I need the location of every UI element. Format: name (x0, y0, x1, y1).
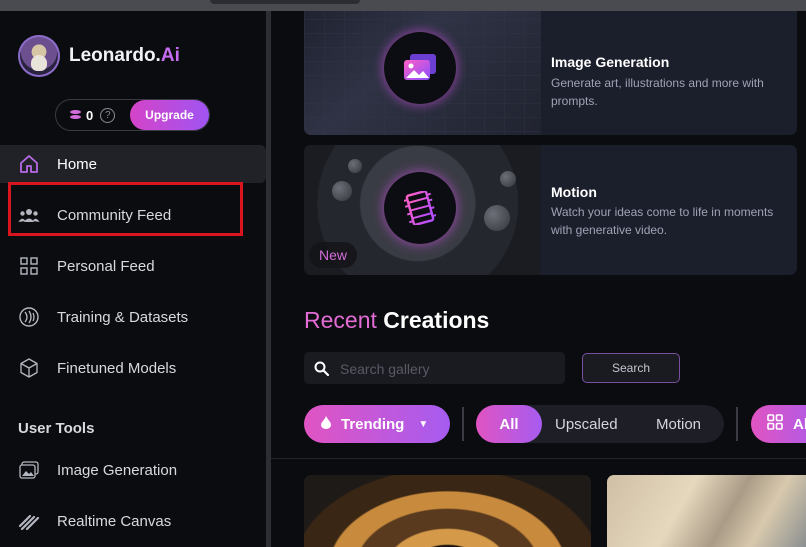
card-description: Watch your ideas come to life in moments… (551, 205, 774, 237)
card-description: Generate art, illustrations and more wit… (551, 76, 764, 108)
sidebar-item-label: Image Generation (57, 461, 178, 479)
new-badge: New (309, 242, 357, 268)
feature-card-image-generation[interactable]: Image Generation Generate art, illustrat… (304, 11, 797, 135)
section-title-recent-creations: Recent Creations (304, 307, 490, 333)
avatar (18, 35, 60, 77)
home-icon (18, 153, 40, 175)
search-button[interactable]: Search (582, 353, 680, 383)
caret-down-icon: ▼ (418, 418, 429, 430)
models-filter-button[interactable]: Al (751, 405, 806, 443)
filter-motion[interactable]: Motion (656, 405, 701, 443)
window-top-bar (0, 0, 806, 11)
section-title-user-tools: User Tools (18, 420, 95, 437)
sidebar-item-label: Home (57, 155, 98, 173)
cube-icon (18, 357, 40, 379)
search-input[interactable] (338, 352, 562, 386)
help-icon[interactable]: ? (100, 107, 116, 123)
sidebar-item-label: Training & Datasets (57, 308, 189, 326)
image-generation-icon (384, 32, 456, 104)
grid-icon (18, 255, 40, 277)
main-content: Image Generation Generate art, illustrat… (271, 11, 806, 547)
training-icon (18, 306, 40, 328)
sidebar-item-label: Realtime Canvas (57, 512, 172, 530)
card-title: Motion (551, 184, 597, 200)
gallery-image[interactable] (607, 475, 806, 547)
search-icon (314, 361, 330, 381)
filter-tabs: All Upscaled Motion (476, 405, 724, 443)
film-icon (384, 172, 456, 244)
trending-dropdown[interactable]: Trending ▼ (304, 405, 450, 443)
sidebar-item-home[interactable]: Home (0, 145, 266, 183)
coins-icon (70, 110, 81, 120)
sidebar-item-training-datasets[interactable]: Training & Datasets (0, 298, 266, 336)
models-filter-label: Al (793, 415, 806, 433)
card-title: Image Generation (551, 54, 670, 70)
feature-card-motion[interactable]: Motion Watch your ideas come to life in … (304, 145, 797, 275)
grid-icon (767, 414, 783, 434)
filter-upscaled[interactable]: Upscaled (555, 405, 618, 443)
sidebar-item-label: Finetuned Models (57, 359, 177, 377)
brand-logo[interactable]: Leonardo.Ai (18, 34, 180, 78)
filter-all[interactable]: All (476, 405, 542, 443)
filter-separator (736, 407, 738, 441)
trending-label: Trending (341, 415, 405, 433)
sidebar-item-realtime-canvas[interactable]: Realtime Canvas (0, 502, 266, 540)
content-divider (271, 458, 806, 459)
flame-icon (321, 415, 331, 433)
gallery-image[interactable] (304, 475, 591, 547)
upgrade-button[interactable]: Upgrade (130, 100, 209, 130)
brush-icon (18, 510, 40, 532)
highlight-annotation (8, 182, 243, 236)
credits-pill: 0 ? Upgrade (55, 99, 210, 131)
filter-separator (462, 407, 464, 441)
brand-name: Leonardo.Ai (69, 45, 180, 66)
sidebar-item-finetuned-models[interactable]: Finetuned Models (0, 349, 266, 387)
sidebar-item-label: Personal Feed (57, 257, 155, 275)
image-icon (18, 459, 40, 481)
search-gallery-field[interactable] (304, 352, 565, 386)
credit-count: 0 (86, 107, 94, 123)
sidebar-item-image-generation[interactable]: Image Generation (0, 451, 266, 489)
sidebar-item-personal-feed[interactable]: Personal Feed (0, 247, 266, 285)
browser-tab[interactable] (210, 0, 360, 4)
